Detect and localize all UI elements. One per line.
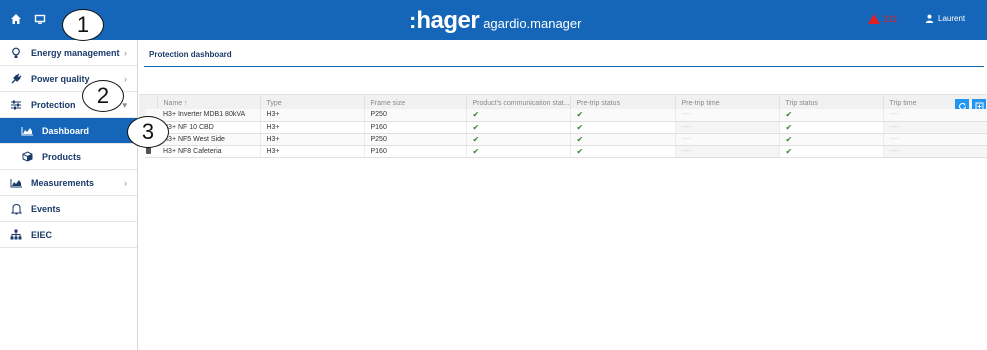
cell-trip-time: ---- [883,121,987,134]
cell-pre-trip-time: ---- [675,133,780,146]
sidebar-item-energy-management[interactable]: Energy management › [0,40,137,66]
sidebar-item-label: Dashboard [42,125,90,136]
table-row[interactable]: H3+ NF8 Cafeteria H3+ P160 ✔ ✔ ---- ✔ --… [145,145,987,158]
table-header-row: Name ↑ Type Frame size Product's communi… [145,97,987,109]
check-icon: ✔ [570,121,676,134]
cell-type: H3+ [260,121,365,134]
cell-name: H3+ NF 10 CBD [157,121,261,134]
column-header-pre-trip-time[interactable]: Pre-trip time [675,97,780,109]
column-header-trip-status[interactable]: Trip status [779,97,884,109]
cell-pre-trip-time: ---- [675,121,780,134]
check-icon: ✔ [570,133,676,146]
cell-trip-time: ---- [883,133,987,146]
page-title: Protection dashboard [149,50,232,59]
sidebar-item-products[interactable]: Products [0,144,137,170]
sidebar-item-measurements[interactable]: Measurements › [0,170,137,196]
cell-frame-size: P160 [364,121,467,134]
check-icon: ✔ [466,121,571,134]
monitor-icon[interactable] [34,13,48,27]
callout-3: 3 [127,116,169,148]
cell-pre-trip-time: ---- [675,145,780,158]
alert-indicator[interactable]: 211 [868,14,897,24]
user-menu[interactable]: Laurent [925,14,965,23]
chevron-right-icon: › [124,48,127,58]
sidebar-item-label: Products [42,151,82,162]
sidebar-item-label: Events [31,203,61,214]
warning-icon [868,14,880,24]
column-header-communication-status[interactable]: Product's communication stat... [466,97,571,109]
alert-count: 211 [883,14,898,24]
check-icon: ✔ [466,133,571,146]
main-content: Protection dashboard Name ↑ Type Frame s… [139,40,987,350]
column-header-type[interactable]: Type [260,97,365,109]
cell-type: H3+ [260,145,365,158]
sidebar-item-events[interactable]: Events [0,196,137,222]
table-row[interactable]: H3+ Inverter MDB1 80kVA H3+ P250 ✔ ✔ ---… [145,109,987,122]
sidebar-item-label: EIEC [31,229,53,240]
user-name: Laurent [938,14,966,23]
cell-frame-size: P250 [364,133,467,146]
sidebar-item-label: Power quality [31,73,90,84]
brand-product: agardio.manager [483,16,582,31]
brand-logo: :hager agardio.manager [409,7,581,35]
sidebar-item-eiec[interactable]: EIEC [0,222,137,248]
top-bar: :hager agardio.manager 211 Laurent [0,0,987,40]
cube-icon [20,151,34,163]
cell-frame-size: P250 [364,109,467,122]
cell-trip-time: ---- [883,145,987,158]
cell-name: H3+ NF8 Cafeteria [157,145,261,158]
check-icon: ✔ [466,145,571,158]
chevron-right-icon: › [124,178,127,188]
cell-pre-trip-time: ---- [675,109,780,122]
cell-name: H3+ Inverter MDB1 80kVA [157,109,261,122]
chevron-down-icon: ▾ [122,100,127,110]
protection-table: Name ↑ Type Frame size Product's communi… [145,97,987,158]
check-icon: ✔ [779,121,884,134]
area-chart-icon [20,125,34,137]
column-header-frame-size[interactable]: Frame size [364,97,467,109]
check-icon: ✔ [779,109,884,122]
cell-type: H3+ [260,109,365,122]
plug-icon [9,73,23,85]
sliders-icon [9,99,23,111]
callout-1: 1 [62,9,104,41]
cell-name: H3+ NF5 West Side [157,133,261,146]
sidebar-item-label: Protection [31,99,76,110]
column-header-icon [145,97,158,109]
home-icon[interactable] [10,13,24,27]
table-row[interactable]: H3+ NF5 West Side H3+ P250 ✔ ✔ ---- ✔ --… [145,133,987,146]
check-icon: ✔ [779,145,884,158]
user-icon [925,14,934,23]
bell-icon [9,203,23,215]
column-header-name[interactable]: Name ↑ [157,97,261,109]
cell-frame-size: P160 [364,145,467,158]
cell-trip-time: ---- [883,109,987,122]
column-header-pre-trip-status[interactable]: Pre-trip status [570,97,676,109]
check-icon: ✔ [779,133,884,146]
sidebar-item-label: Measurements [31,177,95,188]
check-icon: ✔ [466,109,571,122]
table-row[interactable]: H3+ NF 10 CBD H3+ P160 ✔ ✔ ---- ✔ ---- [145,121,987,134]
area-chart-icon [9,177,23,189]
cell-type: H3+ [260,133,365,146]
lightbulb-icon [9,47,23,59]
chevron-right-icon: › [124,74,127,84]
sidebar-item-label: Energy management [31,47,120,58]
check-icon: ✔ [570,109,676,122]
title-divider [144,66,984,67]
sidebar-item-dashboard[interactable]: Dashboard [0,118,137,144]
column-header-trip-time[interactable]: Trip time [883,97,987,109]
brand-name: hager [416,7,480,34]
callout-2: 2 [82,80,124,112]
sitemap-icon [9,229,23,241]
check-icon: ✔ [570,145,676,158]
